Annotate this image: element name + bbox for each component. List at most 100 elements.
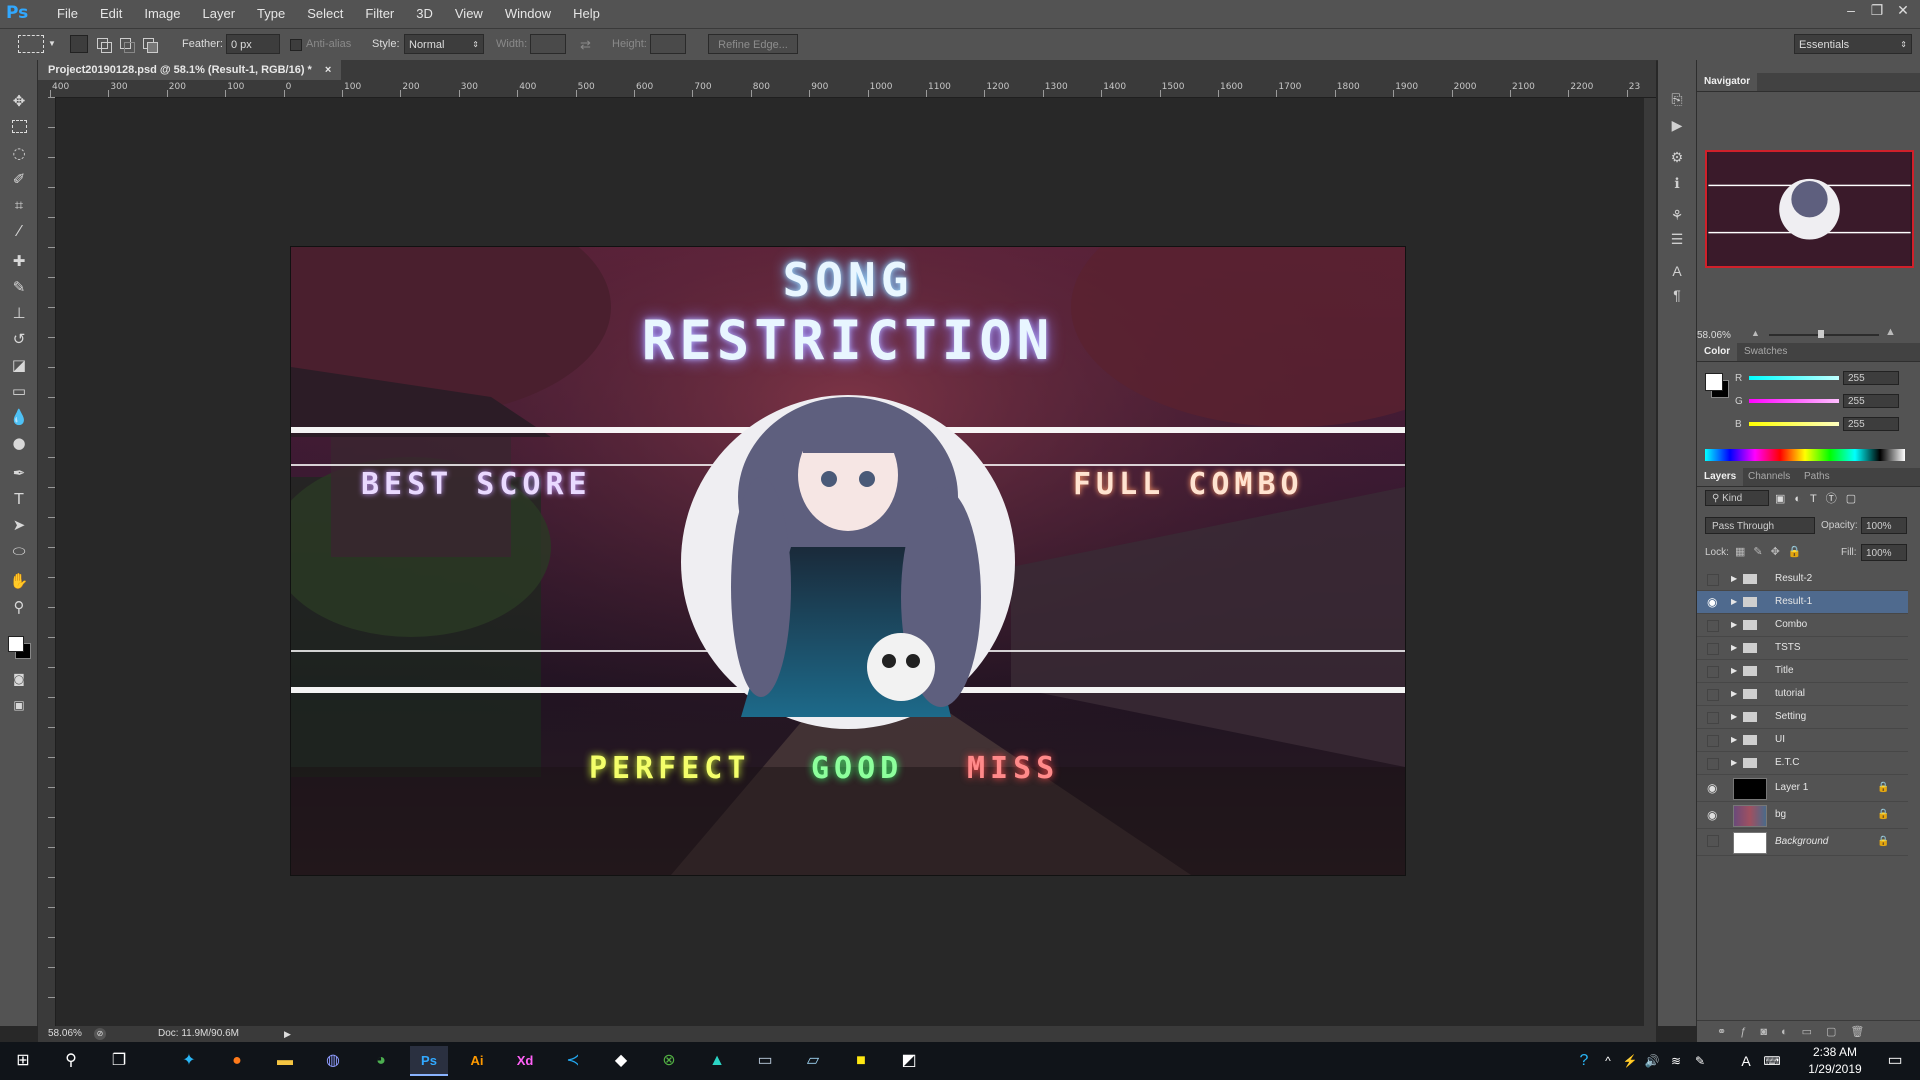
eye-icon[interactable]: ◉ [1707, 775, 1717, 801]
style-select[interactable]: Normal ⇕ [404, 34, 484, 54]
history-brush-tool-icon[interactable]: ↺ [6, 328, 32, 350]
tab-channels[interactable]: Channels [1741, 468, 1797, 486]
hand-tool-icon[interactable]: ✋ [6, 570, 32, 592]
expand-arrow-icon[interactable]: ▶ [1731, 637, 1737, 659]
channel-r-input[interactable]: 255 [1843, 371, 1899, 385]
minimize-button[interactable]: – [1838, 0, 1864, 22]
restore-button[interactable]: ❐ [1864, 0, 1890, 22]
menu-layer[interactable]: Layer [192, 0, 247, 28]
menu-3d[interactable]: 3D [405, 0, 444, 28]
navigator-zoom-slider[interactable] [1769, 334, 1879, 336]
layer-row-bg[interactable]: ◉ bg 🔒 [1697, 802, 1908, 829]
search-icon[interactable]: ⚲ [52, 1046, 90, 1076]
color-spectrum-bar[interactable] [1705, 449, 1905, 461]
layer-row-ui[interactable]: ▶ UI [1697, 729, 1908, 752]
foreground-color-swatch[interactable] [8, 636, 24, 652]
width-input[interactable] [530, 34, 566, 54]
windows-start-icon[interactable]: ⊞ [4, 1046, 42, 1076]
healing-brush-tool-icon[interactable]: ✚ [6, 250, 32, 272]
new-selection-icon[interactable] [70, 35, 88, 53]
zoom-readout[interactable]: 58.06% [48, 1026, 82, 1042]
menu-window[interactable]: Window [494, 0, 562, 28]
ellipse-tool-icon[interactable]: ⬭ [6, 540, 32, 562]
zoom-out-icon[interactable]: ▲ [1751, 328, 1760, 338]
layer-filter-icons[interactable]: ▣◐TⓉ▢ [1775, 490, 1865, 506]
help-tray-icon[interactable]: ? [1572, 1046, 1596, 1076]
vscode-icon[interactable]: ≺ [554, 1046, 592, 1076]
eyedropper-tool-icon[interactable]: ⁄ [6, 220, 32, 242]
zoom-in-icon[interactable]: ▲ [1885, 326, 1896, 338]
connect-icon[interactable]: ▭ [746, 1046, 784, 1076]
layer-row-result-1[interactable]: ◉ ▶ Result-1 [1697, 591, 1908, 614]
layer-row-setting[interactable]: ▶ Setting [1697, 706, 1908, 729]
notifications-icon[interactable]: ▭ [1880, 1046, 1910, 1076]
channel-b-slider[interactable] [1749, 422, 1839, 426]
artwork-canvas[interactable]: SONG RESTRICTION BEST SCORE FULL COMBO P… [291, 247, 1405, 875]
brush-presets-icon[interactable]: ⚘ [1666, 204, 1688, 226]
expand-arrow-icon[interactable]: ▶ [1731, 729, 1737, 751]
status-info-icon[interactable]: ⊘ [94, 1028, 106, 1040]
swap-icon[interactable]: ⇄ [580, 37, 591, 53]
menu-filter[interactable]: Filter [354, 0, 405, 28]
lasso-tool-icon[interactable]: ◌ [6, 142, 32, 164]
navigator-thumbnail[interactable] [1705, 150, 1914, 268]
type-tool-icon[interactable]: T [6, 488, 32, 510]
add-selection-icon[interactable] [94, 35, 112, 53]
marquee-tool-icon[interactable] [6, 116, 32, 138]
tab-layers[interactable]: Layers [1697, 468, 1744, 486]
menu-help[interactable]: Help [562, 0, 611, 28]
history-icon[interactable]: ⎘ [1666, 88, 1688, 110]
path-selection-tool-icon[interactable]: ➤ [6, 514, 32, 536]
eye-icon[interactable]: ◉ [1707, 802, 1717, 828]
battery-icon[interactable]: ⚡ [1620, 1046, 1640, 1076]
visibility-toggle[interactable] [1707, 758, 1719, 770]
gradient-tool-icon[interactable]: ▭ [6, 380, 32, 402]
dodge-tool-icon[interactable]: ● [6, 432, 32, 454]
quick-selection-tool-icon[interactable]: ✐ [6, 168, 32, 190]
zoom-tool-icon[interactable]: ⚲ [6, 596, 32, 618]
quick-mask-icon[interactable]: ◙ [6, 668, 32, 690]
lock-icons[interactable]: ▦✎✥🔒 [1735, 545, 1810, 558]
close-icon[interactable]: × [325, 64, 331, 76]
tab-paths[interactable]: Paths [1797, 468, 1837, 486]
navigator-zoom[interactable]: 58.06% [1697, 330, 1731, 341]
refine-edge-button[interactable]: Refine Edge... [708, 34, 798, 54]
eraser-tool-icon[interactable]: ◪ [6, 354, 32, 376]
expand-arrow-icon[interactable]: ▶ [1731, 591, 1737, 613]
layer-row-tutorial[interactable]: ▶ tutorial [1697, 683, 1908, 706]
visibility-toggle[interactable] [1707, 835, 1719, 847]
photoshop-taskbar-icon[interactable]: Ps [410, 1046, 448, 1076]
firefox-icon[interactable]: ● [218, 1046, 256, 1076]
file-explorer-icon[interactable]: ▬ [266, 1046, 304, 1076]
navigator-zoom-handle[interactable] [1818, 330, 1824, 338]
adobe-xd-icon[interactable]: Xd [506, 1046, 544, 1076]
eye-icon[interactable]: ◉ [1707, 591, 1717, 613]
layer-row-result-2[interactable]: ▶ Result-2 [1697, 568, 1908, 591]
blend-mode-select[interactable]: Pass Through [1705, 517, 1815, 534]
brush-tool-icon[interactable]: ✎ [6, 276, 32, 298]
layer-row-title[interactable]: ▶ Title [1697, 660, 1908, 683]
paragraph-icon[interactable]: ¶ [1666, 284, 1688, 306]
visibility-toggle[interactable] [1707, 735, 1719, 747]
expand-arrow-icon[interactable]: ▶ [1731, 683, 1737, 705]
subtract-selection-icon[interactable] [117, 35, 135, 53]
visibility-toggle[interactable] [1707, 620, 1719, 632]
expand-arrow-icon[interactable]: ▶ [1731, 706, 1737, 728]
visibility-toggle[interactable] [1707, 666, 1719, 678]
screen-mode-icon[interactable]: ▣ [6, 694, 32, 716]
height-input[interactable] [650, 34, 686, 54]
tab-swatches[interactable]: Swatches [1737, 343, 1794, 361]
menu-file[interactable]: File [46, 0, 89, 28]
crop-tool-icon[interactable]: ⌗ [6, 194, 32, 216]
layer-row-combo[interactable]: ▶ Combo [1697, 614, 1908, 637]
twitter-icon[interactable]: ✦ [170, 1046, 208, 1076]
channel-r-slider[interactable] [1749, 376, 1839, 380]
clock[interactable]: 2:38 AM 1/29/2019 [1795, 1044, 1875, 1078]
tab-navigator[interactable]: Navigator [1697, 73, 1758, 91]
photos-icon[interactable]: ◩ [890, 1046, 928, 1076]
intersect-selection-icon[interactable] [140, 35, 158, 53]
layer-filter-select[interactable]: ⚲ Kind [1705, 490, 1769, 506]
unity-icon[interactable]: ◆ [602, 1046, 640, 1076]
channel-b-input[interactable]: 255 [1843, 417, 1899, 431]
visibility-toggle[interactable] [1707, 643, 1719, 655]
